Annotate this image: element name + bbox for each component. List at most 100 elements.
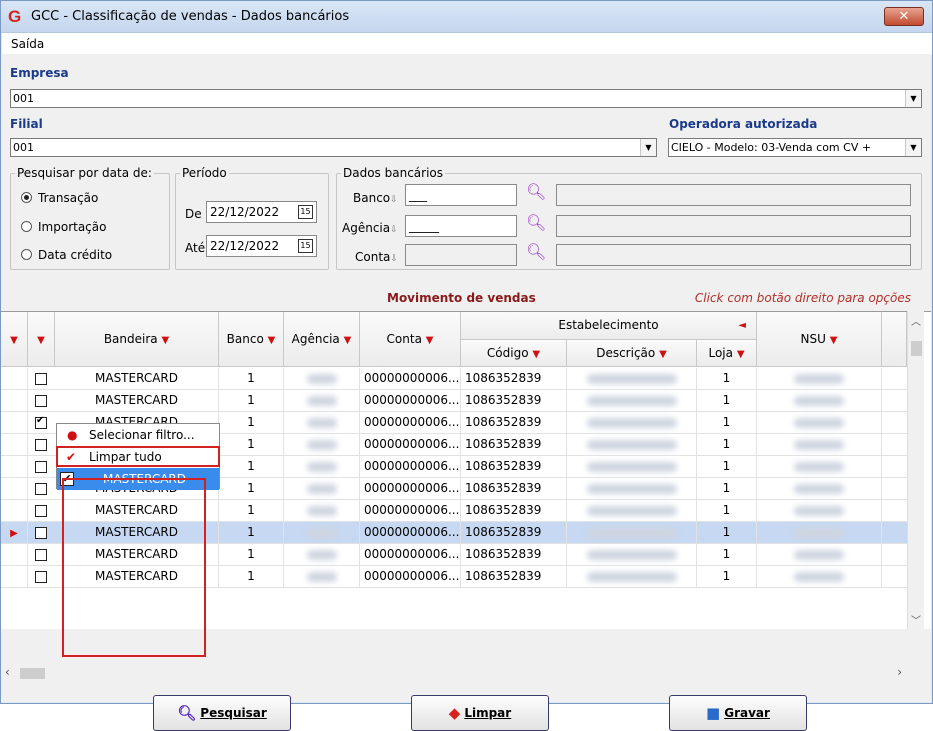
header-descricao[interactable]: Descrição ▼	[567, 340, 697, 367]
cell-nsu	[757, 412, 882, 434]
row-checkbox[interactable]	[35, 373, 47, 385]
cell-banco: 1	[219, 368, 284, 390]
filter-icon: ▼	[37, 335, 45, 346]
row-checkbox[interactable]	[35, 571, 47, 583]
cell-agencia	[284, 456, 360, 478]
calendar-icon[interactable]: 15	[298, 239, 313, 253]
row-checkbox[interactable]	[35, 505, 47, 517]
cell-conta: 00000000006...	[360, 500, 461, 522]
date-from-input[interactable]: 22/12/2022 15	[206, 201, 317, 223]
filter-icon: ▼	[829, 335, 838, 346]
pesquisar-button[interactable]: 🔍︎ Pesquisar	[153, 695, 291, 731]
cell-loja: 1	[697, 544, 757, 566]
redacted-nsu	[794, 549, 844, 560]
cell-conta: 00000000006...	[360, 390, 461, 412]
filter-option-selecionar[interactable]: ● Selecionar filtro...	[57, 424, 219, 446]
cell-descricao	[567, 500, 697, 522]
cell-banco: 1	[219, 478, 284, 500]
chevron-down-icon[interactable]: ▼	[905, 90, 921, 107]
horizontal-scrollbar[interactable]: ‹ ›	[1, 665, 924, 682]
radio-data-credito[interactable]: Data crédito	[21, 248, 112, 262]
title-bar: G GCC - Classificação de vendas - Dados …	[1, 1, 932, 33]
row-checkbox[interactable]	[35, 549, 47, 561]
main-panel: Empresa 001 ▼ Filial 001 ▼ Operadora aut…	[1, 54, 931, 731]
scroll-thumb[interactable]	[20, 668, 45, 679]
header-bandeira[interactable]: Bandeira ▼	[55, 312, 219, 367]
row-indicator-header[interactable]: ▼	[1, 312, 28, 367]
cell-loja: 1	[697, 478, 757, 500]
row-checkbox[interactable]	[35, 439, 47, 451]
header-agencia[interactable]: Agência ▼	[284, 312, 360, 367]
cell-loja: 1	[697, 522, 757, 544]
radio-importacao[interactable]: Importação	[21, 220, 106, 234]
agencia-input[interactable]: _____	[405, 215, 517, 237]
row-indicator	[1, 500, 28, 522]
cell-loja: 1	[697, 500, 757, 522]
scroll-up-icon: ︿	[911, 317, 921, 328]
table-row[interactable]: MASTERCARD100000000006...10863528391	[1, 368, 907, 390]
banco-input[interactable]: ___	[405, 184, 517, 206]
row-checkbox[interactable]	[35, 527, 47, 539]
save-icon: ■	[706, 704, 721, 722]
bullet-icon: ●	[67, 428, 78, 442]
cell-nsu	[757, 500, 882, 522]
cell-codigo: 1086352839	[461, 456, 567, 478]
radio-off-icon	[21, 249, 32, 260]
cell-codigo: 1086352839	[461, 522, 567, 544]
search-icon[interactable]: 🔍︎	[526, 182, 546, 201]
header-conta[interactable]: Conta ▼	[360, 312, 461, 367]
header-loja[interactable]: Loja ▼	[697, 340, 757, 367]
filter-icon: ▼	[736, 349, 745, 360]
close-button[interactable]: ✕	[884, 7, 924, 26]
triangle-down-icon: ▼	[10, 335, 18, 346]
radio-label: Data crédito	[38, 248, 113, 262]
row-checkbox[interactable]	[35, 415, 47, 429]
redacted-descricao	[586, 571, 677, 582]
cell-banco: 1	[219, 522, 284, 544]
filial-select[interactable]: 001 ▼	[10, 138, 657, 157]
row-indicator	[1, 456, 28, 478]
row-checkbox[interactable]	[35, 483, 47, 495]
filial-label: Filial	[10, 117, 43, 131]
header-estabelecimento[interactable]: Estabelecimento ◄	[461, 312, 757, 340]
radio-transacao[interactable]: Transação	[21, 191, 98, 205]
operadora-select[interactable]: CIELO - Modelo: 03-Venda com CV + ▼	[668, 138, 922, 157]
calendar-icon[interactable]: 15	[298, 205, 313, 219]
row-checkbox[interactable]	[35, 461, 47, 473]
cell-bandeira: MASTERCARD	[55, 368, 219, 390]
header-codigo[interactable]: Código ▼	[461, 340, 567, 367]
cell-agencia	[284, 566, 360, 588]
cell-conta: 00000000006...	[360, 522, 461, 544]
header-nsu[interactable]: NSU ▼	[757, 312, 882, 367]
vertical-scrollbar[interactable]: ︿ ﹀	[907, 311, 924, 629]
cell-agencia	[284, 500, 360, 522]
header-banco[interactable]: Banco ▼	[219, 312, 284, 367]
row-checkbox[interactable]	[35, 395, 47, 407]
search-icon[interactable]: 🔍︎	[526, 213, 546, 232]
conta-input[interactable]	[405, 244, 517, 266]
limpar-button[interactable]: ◆ Limpar	[411, 695, 549, 731]
cell-conta: 00000000006...	[360, 412, 461, 434]
search-icon[interactable]: 🔍︎	[526, 242, 546, 261]
redacted-descricao	[586, 395, 677, 406]
radio-label: Transação	[38, 191, 99, 205]
sort-icon: ⇩	[390, 225, 398, 235]
banco-label: Banco⇩	[353, 191, 398, 205]
redacted-agencia	[306, 395, 337, 406]
check-header[interactable]: ▼	[28, 312, 55, 367]
empresa-label: Empresa	[10, 66, 69, 80]
gravar-button[interactable]: ■ Gravar	[669, 695, 807, 731]
redacted-descricao	[586, 373, 677, 384]
cell-nsu	[757, 434, 882, 456]
table-row[interactable]: MASTERCARD100000000006...10863528391	[1, 390, 907, 412]
redacted-agencia	[306, 571, 337, 582]
empresa-select[interactable]: 001 ▼	[10, 89, 922, 108]
cell-loja: 1	[697, 412, 757, 434]
cell-agencia	[284, 478, 360, 500]
scroll-thumb[interactable]	[911, 341, 922, 356]
redacted-nsu	[794, 505, 844, 516]
chevron-down-icon[interactable]: ▼	[905, 139, 921, 156]
chevron-down-icon[interactable]: ▼	[640, 139, 656, 156]
date-to-input[interactable]: 22/12/2022 15	[206, 235, 317, 257]
menu-item-saida[interactable]: Saída	[11, 37, 44, 51]
